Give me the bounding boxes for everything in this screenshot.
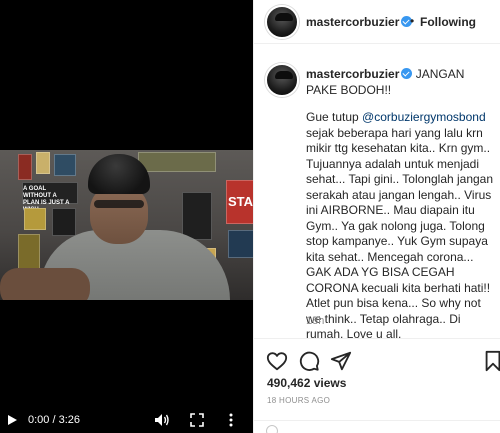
wall-sign <box>228 230 253 258</box>
following-button[interactable]: Following <box>420 15 476 29</box>
header-username[interactable]: mastercorbuzier <box>306 15 413 29</box>
video-controls: 0:00 / 3:26 <box>0 408 253 433</box>
play-icon[interactable] <box>6 414 18 426</box>
post-sidebar: mastercorbuzier • Following mastercorbuz… <box>253 0 500 433</box>
caption-username[interactable]: mastercorbuzier <box>306 67 399 81</box>
caption-body-rest: sejak beberapa hari yang lalu krn mikir … <box>306 125 494 342</box>
caption-text: Gue tutup @corbuziergymosbond sejak bebe… <box>306 110 498 343</box>
bookmark-icon[interactable] <box>482 350 500 372</box>
post-actions <box>254 338 500 378</box>
post-header: mastercorbuzier • Following <box>254 0 500 44</box>
video-frame[interactable]: A GOAL WITHOUT A PLAN IS JUST A WISH STA <box>0 150 253 300</box>
posted-time: 18 HOURS AGO <box>267 396 331 405</box>
caption-mention-link[interactable]: @corbuziergymosbond <box>362 110 486 124</box>
wall-sign <box>52 208 76 236</box>
volume-icon[interactable] <box>154 413 170 427</box>
comment-icon[interactable] <box>298 350 320 372</box>
caption-heading: mastercorbuzier JANGAN PAKE BODOH!! <box>306 66 496 98</box>
heart-icon[interactable] <box>266 350 288 372</box>
more-options-icon[interactable] <box>228 412 234 428</box>
wall-sign <box>54 154 76 176</box>
add-comment-bar[interactable] <box>254 420 500 433</box>
wall-sign <box>138 152 216 172</box>
view-count[interactable]: 490,462 views <box>267 376 346 390</box>
person-face <box>90 186 148 244</box>
wall-sign <box>18 154 32 180</box>
person-arm <box>0 268 90 300</box>
video-player[interactable]: A GOAL WITHOUT A PLAN IS JUST A WISH STA… <box>0 0 253 433</box>
person-glasses <box>94 200 144 208</box>
caption-body-prefix: Gue tutup <box>306 110 363 124</box>
wall-sign <box>36 152 50 174</box>
caption-timestamp[interactable]: 18h <box>306 315 324 327</box>
video-time: 0:00 / 3:26 <box>28 414 80 426</box>
wall-sign <box>18 234 40 270</box>
wall-sign-text: STA <box>228 194 253 209</box>
avatar[interactable] <box>265 5 299 39</box>
verified-badge-icon <box>401 68 413 79</box>
wall-sign <box>182 192 212 240</box>
fullscreen-icon[interactable] <box>190 413 204 427</box>
caption-avatar[interactable] <box>265 63 299 97</box>
header-separator: • <box>410 14 415 28</box>
wall-sign <box>24 208 46 230</box>
share-icon[interactable] <box>330 350 352 372</box>
